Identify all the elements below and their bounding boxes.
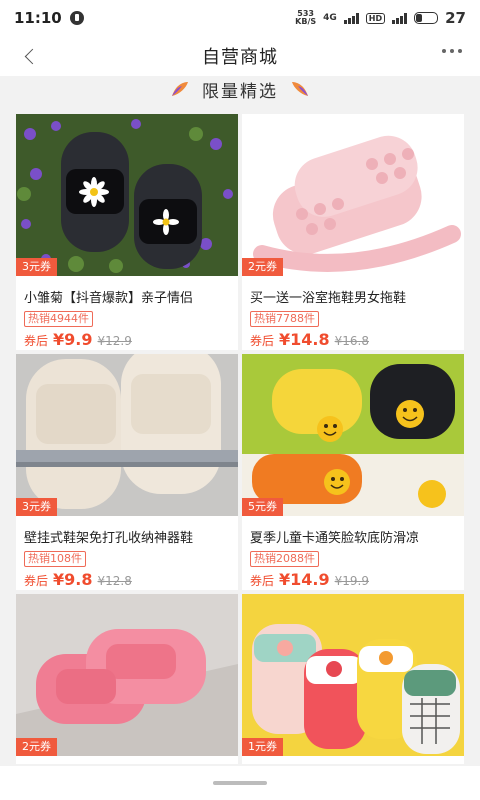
section-header: 限量精选 xyxy=(0,76,480,102)
product-image[interactable]: 2元券 xyxy=(242,114,464,276)
status-indicators: 533 KB/S 4G HD 27 xyxy=(295,9,466,27)
sales-badge: 热销108件 xyxy=(24,551,86,567)
product-title[interactable]: 夏季儿童卡通笑脸软底防滑凉 xyxy=(250,527,460,546)
home-indicator[interactable] xyxy=(213,781,267,785)
product-image[interactable]: 3元券 xyxy=(16,354,238,516)
product-card[interactable]: 1元券 xyxy=(242,594,464,764)
hd-icon: HD xyxy=(365,12,386,24)
bottom-gesture-bar xyxy=(0,766,480,800)
price-current: ¥9.8 xyxy=(53,570,93,589)
coupon-badge: 2元券 xyxy=(242,258,283,276)
price-row: 券后 ¥9.8 ¥12.8 xyxy=(24,570,238,589)
page-title: 自营商城 xyxy=(202,47,278,68)
network-type: 4G xyxy=(323,13,337,23)
product-card[interactable]: 3元券 小雏菊【抖音爆款】亲子情侣 热销4944件 券后 ¥9.9 ¥12.9 xyxy=(16,114,238,350)
status-time: 11:10 xyxy=(14,9,62,27)
product-title[interactable]: 小雏菊【抖音爆款】亲子情侣 xyxy=(24,287,234,306)
product-card[interactable]: 5元券 夏季儿童卡通笑脸软底防滑凉 热销2088件 券后 ¥14.9 ¥19.9 xyxy=(242,354,464,590)
signal-icon xyxy=(343,12,359,24)
price-prefix: 券后 xyxy=(250,334,275,348)
sales-badge: 热销2088件 xyxy=(250,551,319,567)
notification-icon xyxy=(69,11,84,25)
coupon-badge: 1元券 xyxy=(242,738,283,756)
product-card[interactable]: 2元券 买一送一浴室拖鞋男女拖鞋 热销7788件 券后 ¥14.8 ¥16.8 xyxy=(242,114,464,350)
product-card[interactable]: 2元券 xyxy=(16,594,238,764)
chevron-left-icon xyxy=(24,48,40,64)
leaf-decoration-icon xyxy=(172,82,188,96)
price-prefix: 券后 xyxy=(24,574,49,588)
product-image[interactable]: 5元券 xyxy=(242,354,464,516)
network-speed: 533 KB/S xyxy=(295,10,316,26)
signal-icon-2 xyxy=(392,12,408,24)
product-title[interactable]: 买一送一浴室拖鞋男女拖鞋 xyxy=(250,287,460,306)
price-current: ¥14.9 xyxy=(279,570,330,589)
price-row: 券后 ¥14.9 ¥19.9 xyxy=(250,570,464,589)
battery-icon xyxy=(414,12,439,24)
product-grid: 3元券 小雏菊【抖音爆款】亲子情侣 热销4944件 券后 ¥9.9 ¥12.9 xyxy=(16,114,464,764)
more-dots-icon xyxy=(442,49,446,53)
network-speed-unit: KB/S xyxy=(295,17,317,26)
price-current: ¥14.8 xyxy=(279,330,330,349)
coupon-badge: 3元券 xyxy=(16,258,57,276)
product-card[interactable]: 3元券 壁挂式鞋架免打孔收纳神器鞋 热销108件 券后 ¥9.8 ¥12.8 xyxy=(16,354,238,590)
app-header: 自营商城 xyxy=(0,36,480,76)
price-original: ¥12.9 xyxy=(97,334,132,348)
coupon-badge: 3元券 xyxy=(16,498,57,516)
price-current: ¥9.9 xyxy=(53,330,93,349)
product-image[interactable]: 1元券 xyxy=(242,594,464,756)
product-image[interactable]: 2元券 xyxy=(16,594,238,756)
price-row: 券后 ¥9.9 ¥12.9 xyxy=(24,330,238,349)
price-original: ¥19.9 xyxy=(334,574,369,588)
sales-badge: 热销7788件 xyxy=(250,311,319,327)
sales-badge: 热销4944件 xyxy=(24,311,93,327)
coupon-badge: 5元券 xyxy=(242,498,283,516)
status-bar: 11:10 533 KB/S 4G HD 27 xyxy=(0,0,480,36)
price-prefix: 券后 xyxy=(250,574,275,588)
leaf-decoration-icon-right xyxy=(292,82,308,96)
section-title: 限量精选 xyxy=(202,81,278,102)
product-image[interactable]: 3元券 xyxy=(16,114,238,276)
coupon-badge: 2元券 xyxy=(16,738,57,756)
product-title[interactable]: 壁挂式鞋架免打孔收纳神器鞋 xyxy=(24,527,234,546)
price-prefix: 券后 xyxy=(24,334,49,348)
price-original: ¥12.8 xyxy=(97,574,132,588)
price-row: 券后 ¥14.8 ¥16.8 xyxy=(250,330,464,349)
back-button[interactable] xyxy=(16,42,44,70)
price-original: ¥16.8 xyxy=(334,334,369,348)
battery-percent: 27 xyxy=(445,9,466,27)
more-button[interactable] xyxy=(442,49,462,53)
